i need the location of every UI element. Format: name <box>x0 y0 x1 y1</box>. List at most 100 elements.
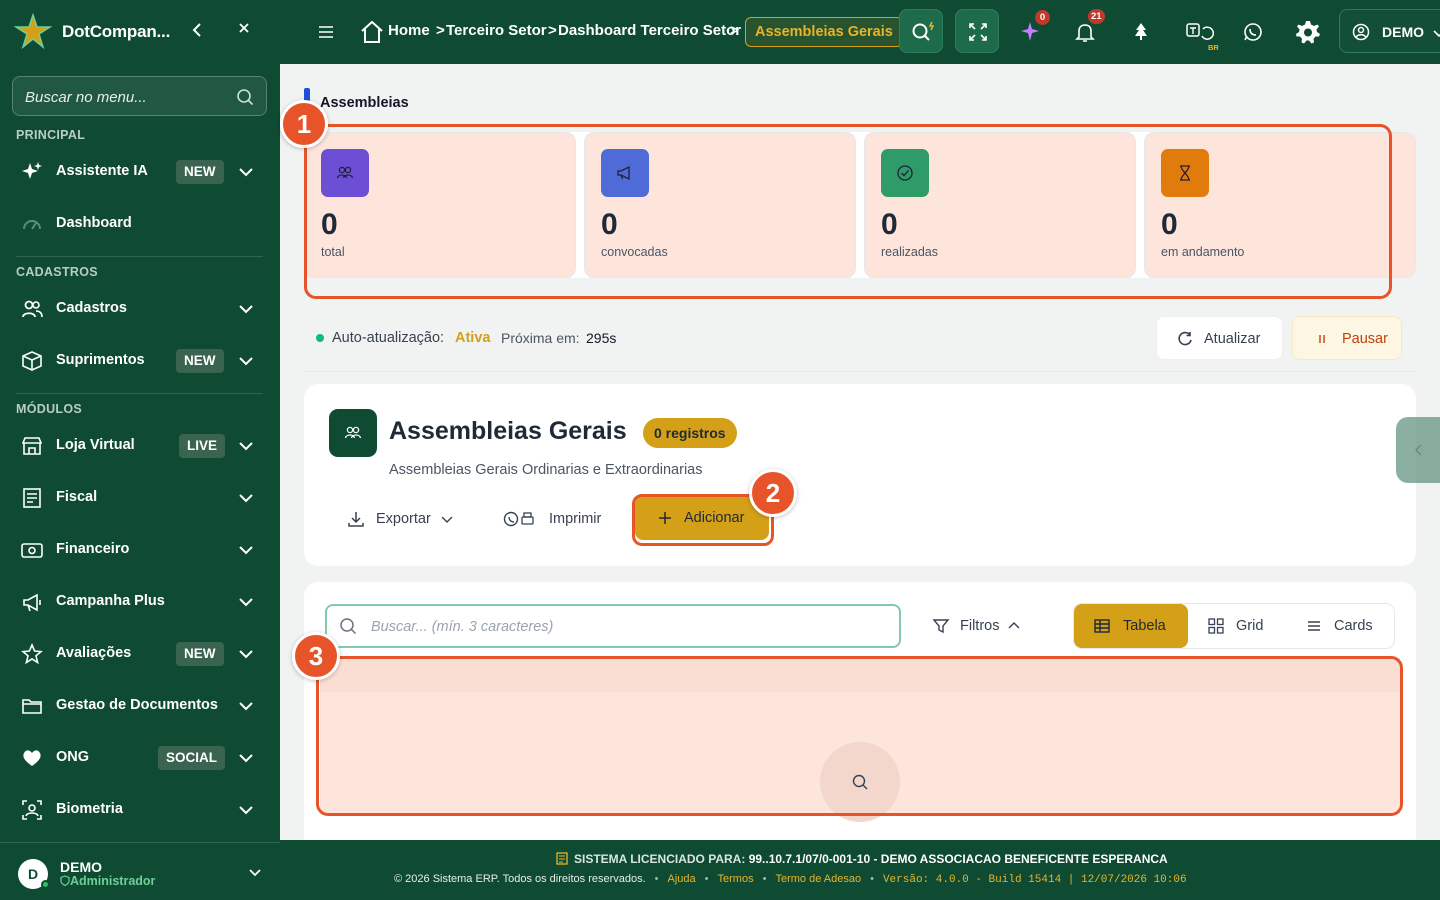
menu-icon[interactable] <box>316 22 336 42</box>
table-icon <box>1094 619 1110 633</box>
sidebar-item-assistente-ia[interactable]: Assistente IA NEW <box>0 150 280 194</box>
breadcrumb-terceiro-setor[interactable]: Terceiro Setor <box>446 22 547 39</box>
chevron-down-icon <box>249 869 261 877</box>
pause-icon <box>1319 335 1325 343</box>
highlight-box-stats <box>304 124 1392 299</box>
print-button[interactable]: Imprimir <box>503 497 607 541</box>
breadcrumb-dashboard[interactable]: Dashboard Terceiro Setor <box>558 22 741 39</box>
help-link[interactable]: Ajuda <box>668 873 696 885</box>
user-circle-icon <box>1352 23 1370 41</box>
home-icon[interactable] <box>359 19 385 45</box>
highlight-box-results <box>316 656 1403 816</box>
menu-search-input[interactable] <box>25 86 225 108</box>
chevron-down-icon <box>239 546 253 555</box>
terms-link[interactable]: Termos <box>718 873 754 885</box>
close-sidebar-icon[interactable] <box>234 20 254 42</box>
tree-icon[interactable] <box>1129 20 1153 44</box>
step-marker-3: 3 <box>292 632 340 680</box>
footer-separator: • <box>704 873 709 885</box>
auto-refresh-label: Auto-atualização: <box>332 330 445 346</box>
export-button[interactable]: Exportar <box>346 497 458 541</box>
sidebar-item-avaliacoes[interactable]: Avaliações NEW <box>0 632 280 676</box>
license-value: 99..10.7.1/07/0-001-10 - DEMO ASSOCIACAO… <box>748 852 1168 866</box>
records-search-input[interactable] <box>371 616 871 638</box>
auto-refresh-status: Ativa <box>455 330 491 346</box>
sidebar-item-label: Loja Virtual <box>56 437 135 453</box>
card-title: Assembleias Gerais <box>389 417 627 445</box>
sidebar-item-loja-virtual[interactable]: Loja Virtual LIVE <box>0 424 280 468</box>
sidebar-item-biometria[interactable]: Biometria <box>0 788 280 832</box>
gear-icon[interactable] <box>1294 18 1322 46</box>
list-icon <box>1308 621 1320 631</box>
section-modulos: MÓDULOS <box>16 402 82 416</box>
filters-button[interactable]: Filtros <box>932 604 1040 648</box>
collapse-sidebar-icon[interactable] <box>188 20 208 42</box>
language-tag: BR <box>1208 43 1219 52</box>
expand-icon <box>969 23 987 41</box>
records-list-card: Filtros Tabela Grid Cards 3 <box>292 582 1416 840</box>
view-cards-label: Cards <box>1334 618 1373 634</box>
online-status-dot <box>41 880 50 889</box>
download-icon <box>348 512 364 527</box>
star-icon <box>21 643 43 665</box>
view-table-button[interactable]: Tabela <box>1074 604 1188 648</box>
refresh-button[interactable]: Atualizar <box>1156 316 1283 360</box>
page-title: Assembleias <box>320 95 409 111</box>
divider <box>16 393 263 394</box>
divider <box>16 256 263 257</box>
sidebar-item-fiscal[interactable]: Fiscal <box>0 476 280 520</box>
sidebar-item-campanha-plus[interactable]: Campanha Plus <box>0 580 280 624</box>
version-text: Versão: 4.0.0 - Build 15414 | 12/07/2026… <box>882 874 1187 886</box>
sidebar-item-dashboard[interactable]: Dashboard <box>0 202 280 246</box>
megaphone-icon <box>23 593 41 612</box>
sidebar-item-gestao-documentos[interactable]: Gestao de Documentos <box>0 684 280 728</box>
view-cards-button[interactable]: Cards <box>1284 604 1394 648</box>
receipt-icon <box>23 488 41 508</box>
breadcrumb-separator: > <box>730 22 739 39</box>
user-name: DEMO <box>60 859 102 875</box>
folder-icon <box>22 699 42 714</box>
view-grid-button[interactable]: Grid <box>1188 604 1284 648</box>
sidebar-item-financeiro[interactable]: Financeiro <box>0 528 280 572</box>
pause-button[interactable]: Pausar <box>1292 316 1402 360</box>
breadcrumb-separator: > <box>436 22 445 39</box>
chevron-down-icon <box>239 754 253 763</box>
view-toggle-group: Tabela Grid Cards <box>1073 603 1395 649</box>
store-icon <box>21 437 43 455</box>
sidebar-item-suprimentos[interactable]: Suprimentos NEW <box>0 339 280 383</box>
breadcrumb-current: Assembleias Gerais <box>745 17 903 47</box>
translate-icon[interactable] <box>1185 20 1215 44</box>
breadcrumb-home[interactable]: Home <box>388 22 430 39</box>
user-profile[interactable]: D DEMO Administrador <box>0 842 280 900</box>
section-cadastros: CADASTROS <box>16 265 98 279</box>
chevron-up-icon <box>1008 622 1020 629</box>
adhesion-terms-link[interactable]: Termo de Adesao <box>775 873 861 885</box>
users-icon <box>344 426 362 439</box>
footer: SISTEMA LICENCIADO PARA: 99..10.7.1/07/0… <box>280 840 1440 900</box>
sidebar-item-label: Suprimentos <box>56 352 145 368</box>
chevron-down-icon <box>239 598 253 607</box>
sidebar-item-cadastros[interactable]: Cadastros <box>0 287 280 331</box>
sidebar-item-label: Fiscal <box>56 489 98 505</box>
fullscreen-button[interactable] <box>955 9 999 53</box>
live-badge: LIVE <box>179 434 226 458</box>
user-menu-button[interactable]: DEMO <box>1339 9 1440 53</box>
whatsapp-icon[interactable] <box>1241 20 1265 44</box>
assembleias-header-card: Assembleias Gerais 0 registros Assemblei… <box>304 384 1416 566</box>
footer-separator: • <box>762 873 767 885</box>
sidebar-item-ong[interactable]: ONG SOCIAL <box>0 736 280 780</box>
auto-refresh-bar: Auto-atualização: Ativa Próxima em: 295s… <box>304 300 1416 372</box>
chevron-down-icon <box>1433 30 1440 38</box>
print-label: Imprimir <box>549 511 602 527</box>
next-refresh-value: 295s <box>586 330 617 346</box>
sidebar-item-label: Financeiro <box>56 541 130 557</box>
sidebar-item-label: Assistente IA <box>56 163 148 179</box>
chevron-down-icon <box>239 442 253 451</box>
side-panel-toggle[interactable] <box>1396 417 1440 483</box>
copyright-text: © 2026 Sistema ERP. Todos os direitos re… <box>394 873 646 885</box>
license-info: SISTEMA LICENCIADO PARA: 99..10.7.1/07/0… <box>556 852 1168 866</box>
view-table-label: Tabela <box>1123 618 1166 634</box>
refresh-label: Atualizar <box>1204 331 1261 347</box>
view-grid-label: Grid <box>1236 618 1264 634</box>
search-button[interactable] <box>899 9 943 53</box>
